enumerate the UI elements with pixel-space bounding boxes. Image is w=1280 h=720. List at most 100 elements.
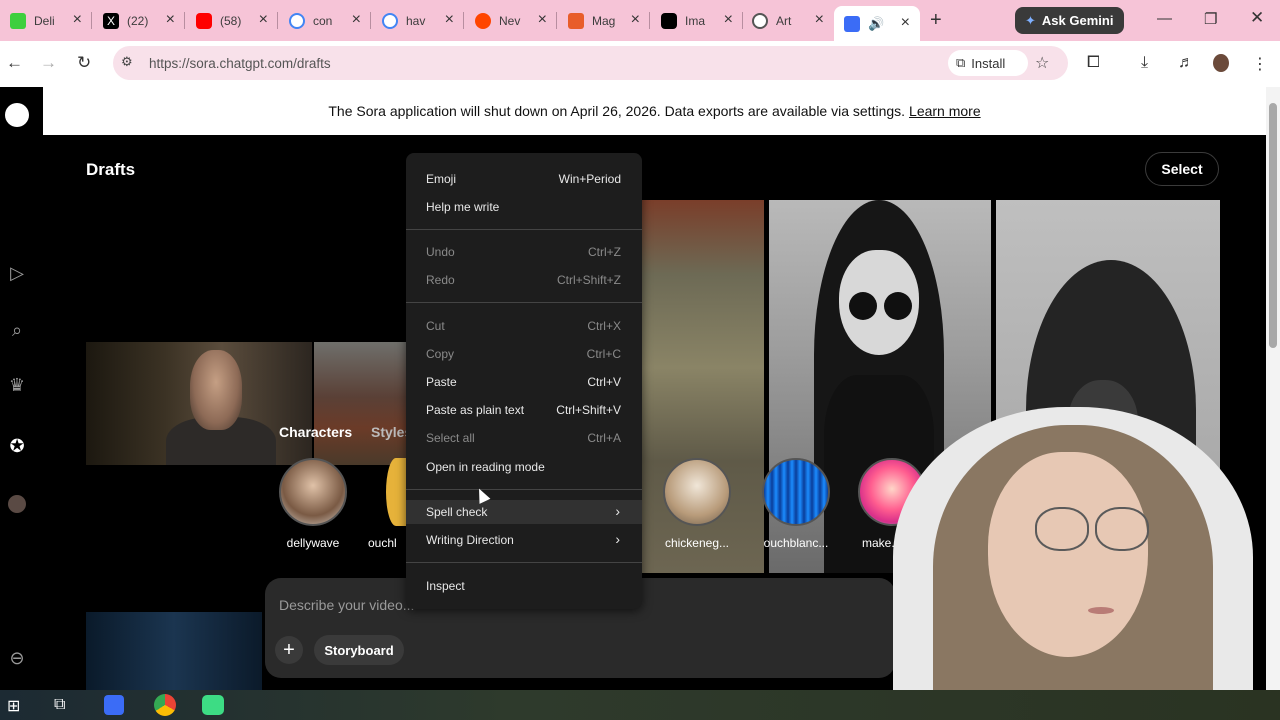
tab-title: Nev [499, 13, 521, 28]
chrome-icon[interactable] [154, 694, 176, 716]
windows-taskbar: ⊞ ⧉ [0, 690, 1280, 720]
character-avatar[interactable] [663, 458, 731, 526]
menu-item-shortcut: Ctrl+Shift+Z [556, 273, 621, 287]
select-button[interactable]: Select [1145, 152, 1219, 186]
tab-title: con [313, 13, 333, 28]
webcam-overlay [873, 407, 1280, 720]
minimize-icon[interactable]: — [1157, 10, 1172, 27]
menu-item-label: Copy [426, 347, 455, 361]
tab-title: (22) [127, 13, 149, 28]
more-menu-icon[interactable]: ⋮ [1252, 54, 1268, 74]
menu-divider [406, 562, 642, 563]
scrollbar-thumb[interactable] [1269, 103, 1277, 348]
k-logo-icon [10, 12, 26, 29]
menu-item-select-all: Select all Ctrl+A [406, 426, 642, 450]
close-icon[interactable]: × [815, 11, 824, 29]
chevron-right-icon: › [615, 503, 620, 519]
browser-tab-active[interactable]: 🔊 × [834, 6, 920, 41]
character-avatar[interactable] [279, 458, 347, 526]
browser-tab[interactable]: Art × [742, 6, 834, 35]
learn-more-link[interactable]: Learn more [909, 103, 981, 119]
character-avatar[interactable] [386, 458, 406, 526]
prompt-input[interactable]: Describe your video... [279, 597, 414, 613]
play-icon[interactable]: ▷ [8, 263, 26, 284]
close-icon[interactable]: × [538, 11, 547, 29]
storyboard-button[interactable]: Storyboard [314, 635, 404, 665]
menu-item-shortcut: Ctrl+A [587, 431, 621, 445]
window-close-icon[interactable]: ✕ [1250, 8, 1264, 28]
close-icon[interactable]: × [445, 11, 454, 29]
restore-icon[interactable]: ❐ [1204, 10, 1217, 28]
draft-thumbnail[interactable] [86, 342, 312, 465]
menu-item-inspect[interactable]: Inspect [406, 574, 642, 598]
browser-tab[interactable]: hav × [372, 6, 464, 35]
browser-tab[interactable]: Mag × [558, 6, 650, 35]
close-icon[interactable]: × [724, 11, 733, 29]
chevron-right-icon: › [615, 531, 620, 547]
menu-item-copy: Copy Ctrl+C [406, 342, 642, 366]
browser-tab[interactable]: con × [279, 6, 371, 35]
browser-tab[interactable]: Nev × [465, 6, 557, 35]
browser-tab[interactable]: Deli × [0, 6, 92, 35]
tab-title: (58) [220, 13, 242, 28]
menu-item-cut: Cut Ctrl+X [406, 314, 642, 338]
menu-item-reading-mode[interactable]: Open in reading mode [406, 455, 642, 479]
url-text[interactable]: https://sora.chatgpt.com/drafts [149, 56, 331, 71]
speaker-icon[interactable]: 🔊 [868, 16, 884, 32]
browser-tab[interactable]: (58) × [186, 6, 278, 35]
page-title: Drafts [86, 160, 136, 179]
webcam-mouth [1088, 607, 1114, 614]
download-icon[interactable]: ⤓ [1141, 54, 1148, 72]
menu-item-label: Paste as plain text [426, 403, 525, 417]
site-settings-icon[interactable]: ⚙ [121, 54, 133, 70]
windows-start-icon[interactable]: ⊞ [7, 696, 20, 716]
close-icon[interactable]: × [259, 11, 268, 29]
forward-arrow-icon[interactable]: → [40, 53, 57, 73]
menu-item-label: Help me write [426, 200, 500, 214]
character-label: chickeneg... [664, 536, 730, 550]
close-icon[interactable]: × [73, 11, 82, 29]
extensions-icon[interactable]: ⧠ [1087, 54, 1100, 72]
address-bar[interactable]: ⚙ https://sora.chatgpt.com/drafts ⧉ Inst… [113, 46, 1068, 80]
add-attachment-button[interactable]: + [275, 636, 303, 664]
menu-item-help-me-write[interactable]: Help me write [406, 195, 642, 219]
menu-item-paste-plain-text[interactable]: Paste as plain text Ctrl+Shift+V [406, 398, 642, 422]
tab-characters[interactable]: Characters [279, 424, 352, 440]
banner-text: The Sora application will shut down on A… [328, 103, 906, 119]
browser-tab[interactable]: X (22) × [93, 6, 185, 35]
sora-logo-icon[interactable] [5, 103, 29, 127]
draft-thumbnail[interactable] [314, 342, 406, 465]
menu-item-emoji[interactable]: Emoji Win+Period [406, 167, 642, 191]
close-icon[interactable]: × [166, 11, 175, 29]
drafts-icon[interactable]: ✪ [8, 436, 26, 457]
browser-tab[interactable]: Ima × [651, 6, 743, 35]
menu-item-redo: Redo Ctrl+Shift+Z [406, 268, 642, 292]
close-icon[interactable]: × [901, 14, 910, 32]
menu-item-paste[interactable]: Paste Ctrl+V [406, 370, 642, 394]
menu-item-spell-check[interactable]: Spell check › [406, 500, 642, 524]
app-taskbar-icon[interactable] [104, 695, 124, 715]
close-icon[interactable]: × [631, 11, 640, 29]
new-tab-button[interactable]: + [930, 9, 942, 32]
bookmark-star-icon[interactable]: ☆ [1035, 53, 1049, 73]
task-view-icon[interactable]: ⧉ [54, 696, 65, 714]
more-options-icon[interactable]: ⊖ [8, 648, 26, 669]
menu-item-shortcut: Win+Period [558, 172, 621, 186]
android-app-icon[interactable] [202, 695, 224, 715]
close-icon[interactable]: × [352, 11, 361, 29]
media-controls-icon[interactable]: ♬ [1178, 54, 1194, 72]
profile-avatar[interactable] [1213, 54, 1229, 72]
ask-gemini-button[interactable]: ✦ Ask Gemini [1015, 7, 1124, 34]
tab-title: hav [406, 13, 426, 28]
trophy-icon[interactable]: ♛ [8, 375, 26, 396]
draft-thumbnail[interactable] [86, 612, 262, 690]
menu-item-shortcut: Ctrl+V [587, 375, 621, 389]
menu-item-label: Emoji [426, 172, 457, 186]
install-button[interactable]: ⧉ Install [948, 50, 1028, 76]
reload-icon[interactable]: ↻ [77, 53, 91, 73]
search-icon[interactable]: ⌕ [8, 320, 26, 341]
avatar[interactable] [8, 495, 26, 513]
menu-item-writing-direction[interactable]: Writing Direction › [406, 528, 642, 552]
character-avatar[interactable] [762, 458, 830, 526]
back-arrow-icon[interactable]: ← [6, 53, 23, 73]
